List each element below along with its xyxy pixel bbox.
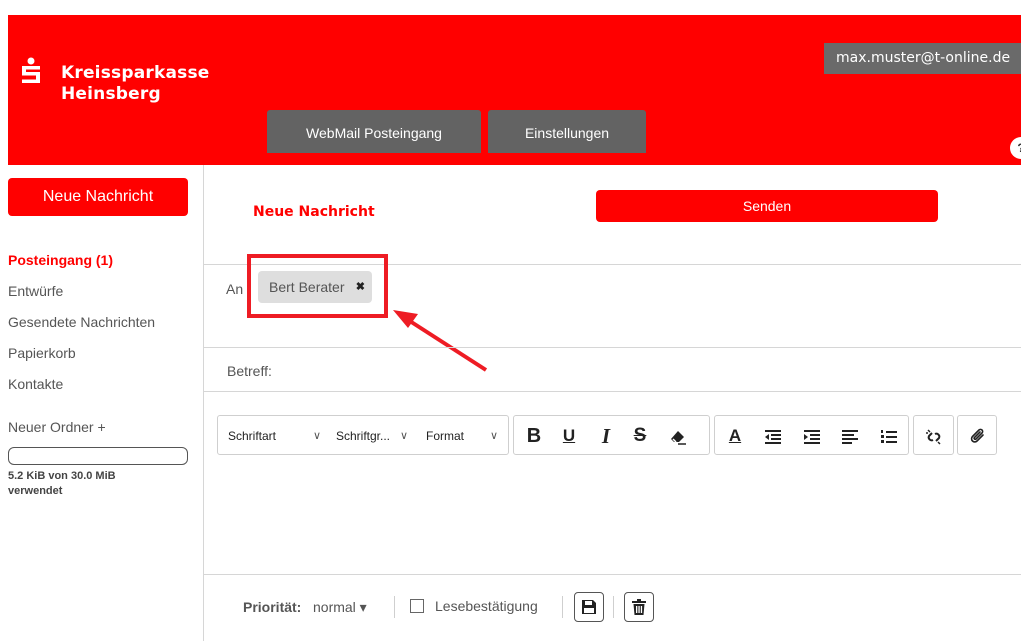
sidebar-item-contacts[interactable]: Kontakte: [8, 376, 63, 392]
to-label: An: [226, 281, 244, 297]
paragraph-group: A: [714, 415, 909, 455]
subject-input[interactable]: [290, 355, 1010, 385]
trash-icon: [632, 599, 646, 615]
sidebar-item-sent[interactable]: Gesendete Nachrichten: [8, 314, 155, 330]
link-group: [913, 415, 954, 455]
sidebar-divider: [203, 165, 204, 641]
priority-label: Priorität:: [243, 599, 302, 615]
user-email[interactable]: max.muster@t-online.de: [824, 43, 1021, 74]
delete-button[interactable]: [624, 592, 654, 622]
chevron-down-icon[interactable]: ∨: [313, 416, 321, 454]
compose-title: Neue Nachricht: [253, 204, 375, 220]
font-size-select[interactable]: Schriftgr...: [336, 416, 390, 454]
eraser-icon[interactable]: [666, 416, 690, 454]
chevron-down-icon[interactable]: ∨: [490, 416, 498, 454]
storage-quota-text: 5.2 KiB von 30.0 MiB verwendet: [8, 470, 116, 497]
save-icon: [582, 600, 596, 614]
divider: [204, 574, 1021, 575]
chevron-down-icon[interactable]: ∨: [400, 416, 408, 454]
save-draft-button[interactable]: [574, 592, 604, 622]
unlink-icon[interactable]: [922, 416, 946, 454]
tab-webmail-inbox[interactable]: WebMail Posteingang: [267, 110, 481, 153]
text-color-icon[interactable]: A: [723, 416, 747, 454]
read-receipt-label: Lesebestätigung: [435, 598, 538, 614]
outdent-icon[interactable]: [761, 416, 785, 454]
bold-icon[interactable]: B: [522, 416, 546, 454]
send-button[interactable]: Senden: [596, 190, 938, 222]
align-left-icon[interactable]: [838, 416, 862, 454]
tab-settings[interactable]: Einstellungen: [488, 110, 646, 153]
separator: [562, 596, 563, 618]
brand-region: Heinsberg: [61, 84, 161, 104]
brand-name: Kreissparkasse: [61, 63, 210, 83]
text-style-group: B U I S: [513, 415, 710, 455]
divider: [204, 347, 1021, 348]
attachment-group: [957, 415, 997, 455]
font-family-select[interactable]: Schriftart: [228, 416, 276, 454]
divider: [204, 391, 1021, 392]
separator: [613, 596, 614, 618]
underline-icon[interactable]: U: [557, 416, 581, 454]
webmail-compose-page: Kreissparkasse Heinsberg max.muster@t-on…: [0, 0, 1021, 641]
attachment-icon[interactable]: [966, 416, 990, 454]
separator: [394, 596, 395, 618]
sparkasse-logo-icon: [22, 57, 40, 83]
sidebar-item-trash[interactable]: Papierkorb: [8, 345, 76, 361]
font-selects-group: Schriftart ∨ Schriftgr... ∨ Format ∨: [217, 415, 509, 455]
indent-icon[interactable]: [800, 416, 824, 454]
storage-quota-bar: [8, 447, 188, 465]
strikethrough-icon[interactable]: S: [628, 416, 652, 454]
sidebar-item-inbox[interactable]: Posteingang (1): [8, 252, 113, 268]
annotation-highlight-box: [247, 254, 388, 318]
subject-label: Betreff:: [227, 363, 272, 379]
help-icon[interactable]: ?: [1010, 137, 1021, 159]
ordered-list-icon[interactable]: [877, 416, 901, 454]
italic-icon[interactable]: I: [594, 416, 618, 454]
format-select[interactable]: Format: [426, 416, 464, 454]
read-receipt-checkbox[interactable]: [410, 599, 424, 613]
priority-select[interactable]: normal ▾: [313, 599, 367, 616]
sidebar-item-drafts[interactable]: Entwürfe: [8, 283, 63, 299]
new-message-button[interactable]: Neue Nachricht: [8, 178, 188, 216]
new-folder-link[interactable]: Neuer Ordner +: [8, 419, 106, 435]
